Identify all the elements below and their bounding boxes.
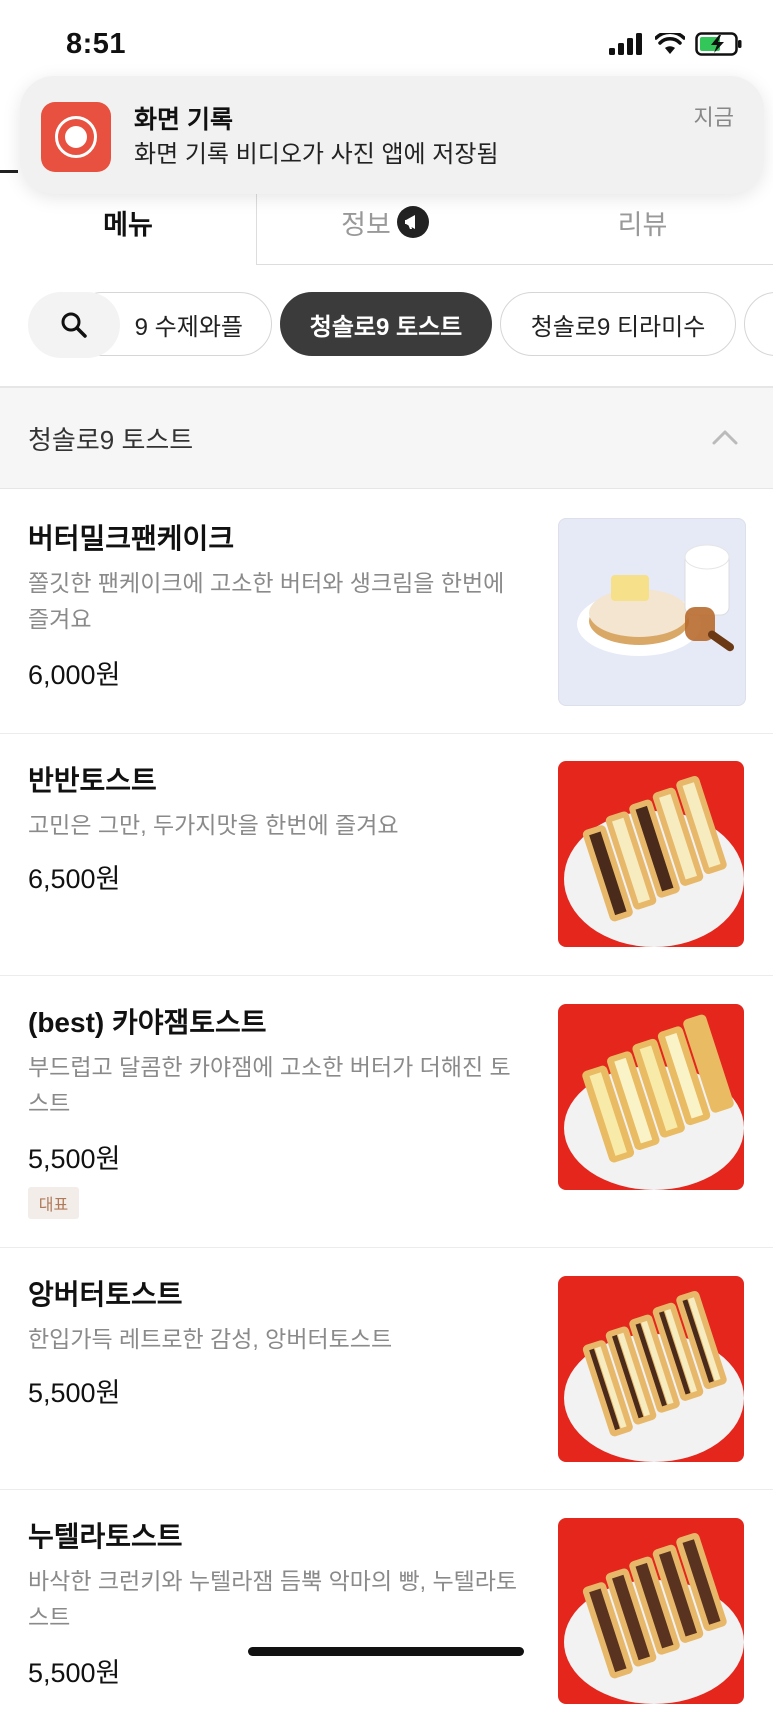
chip-next[interactable] (744, 292, 773, 356)
chevron-up-icon (712, 430, 738, 445)
chip-tiramisu-label: 청솔로9 티라미수 (530, 313, 706, 341)
chip-toast-label: 청솔로9 토스트 (309, 313, 463, 341)
wifi-icon (655, 33, 685, 54)
tab-review-label: 리뷰 (617, 209, 668, 240)
item-photo-toast (558, 761, 744, 947)
notification-title: 화면 기록 (134, 106, 233, 134)
item-price: 5,500원 (28, 1378, 121, 1408)
status-icons (609, 32, 743, 56)
item-name: 버터밀크팬케이크 (28, 523, 235, 554)
item-description: 바삭한 크런키와 누텔라잼 듬뿍 악마의 빵, 누텔라토 스트 (28, 1568, 518, 1630)
menu-item[interactable]: 반반토스트 고민은 그만, 두가지맛을 한번에 즐겨요 6,500원 (0, 733, 773, 976)
item-price: 5,500원 (28, 1144, 121, 1174)
section-title: 청솔로9 토스트 (28, 425, 194, 455)
signal-icon (609, 33, 642, 55)
home-indicator[interactable] (248, 1647, 524, 1656)
item-photo-toast (558, 1518, 744, 1704)
chip-toast[interactable]: 청솔로9 토스트 (280, 292, 492, 356)
item-photo-toast (558, 1004, 744, 1190)
item-description: 부드럽고 달콤한 카야잼에 고소한 버터가 더해진 토 스트 (28, 1054, 511, 1116)
search-button[interactable] (28, 292, 120, 358)
item-photo-pancake (558, 518, 746, 706)
tab-menu-label: 메뉴 (103, 209, 153, 240)
category-chip-bar[interactable]: 9 수제와플 청솔로9 토스트 청솔로9 티라미수 (0, 290, 773, 362)
chip-waffle-label: 9 수제와플 (134, 313, 243, 341)
menu-item[interactable]: 누텔라토스트 바삭한 크런키와 누텔라잼 듬뿍 악마의 빵, 누텔라토 스트 5… (0, 1489, 773, 1729)
item-description: 고민은 그만, 두가지맛을 한번에 즐겨요 (28, 812, 399, 838)
menu-item[interactable]: 앙버터토스트 한입가득 레트로한 감성, 앙버터토스트 5,500원 (0, 1247, 773, 1490)
item-description: 한입가득 레트로한 감성, 앙버터토스트 (28, 1326, 393, 1352)
chip-tiramisu[interactable]: 청솔로9 티라미수 (500, 292, 736, 356)
item-name: 반반토스트 (28, 765, 157, 796)
tab-info-label: 정보 (341, 209, 391, 240)
notification-body: 화면 기록 비디오가 사진 앱에 저장됨 (134, 141, 499, 168)
item-price: 6,000원 (28, 660, 121, 690)
search-icon (61, 312, 87, 338)
record-icon (41, 102, 111, 172)
underline-stub (0, 170, 18, 173)
notification-time: 지금 (693, 105, 734, 130)
signature-badge: 대표 (28, 1187, 79, 1219)
battery-charging-icon (695, 32, 742, 56)
item-price: 5,500원 (28, 1658, 121, 1688)
item-name: 앙버터토스트 (28, 1279, 183, 1310)
menu-item[interactable]: (best) 카야잼토스트 부드럽고 달콤한 카야잼에 고소한 버터가 더해진 … (0, 975, 773, 1248)
status-time: 8:51 (66, 28, 127, 60)
item-photo-toast (558, 1276, 744, 1462)
item-name: (best) 카야잼토스트 (28, 1007, 267, 1038)
menu-item[interactable]: 버터밀크팬케이크 쫄깃한 팬케이크에 고소한 버터와 생크림을 한번에 즐겨요 … (0, 489, 773, 734)
screen-recording-notification[interactable]: 화면 기록 화면 기록 비디오가 사진 앱에 저장됨 지금 (20, 76, 764, 194)
megaphone-icon (396, 206, 429, 238)
item-description: 쫄깃한 팬케이크에 고소한 버터와 생크림을 한번에 즐겨요 (28, 570, 505, 632)
item-price: 6,500원 (28, 864, 121, 894)
section-header[interactable]: 청솔로9 토스트 (0, 388, 773, 489)
status-bar: 8:51 (0, 0, 773, 80)
item-name: 누텔라토스트 (28, 1521, 183, 1552)
